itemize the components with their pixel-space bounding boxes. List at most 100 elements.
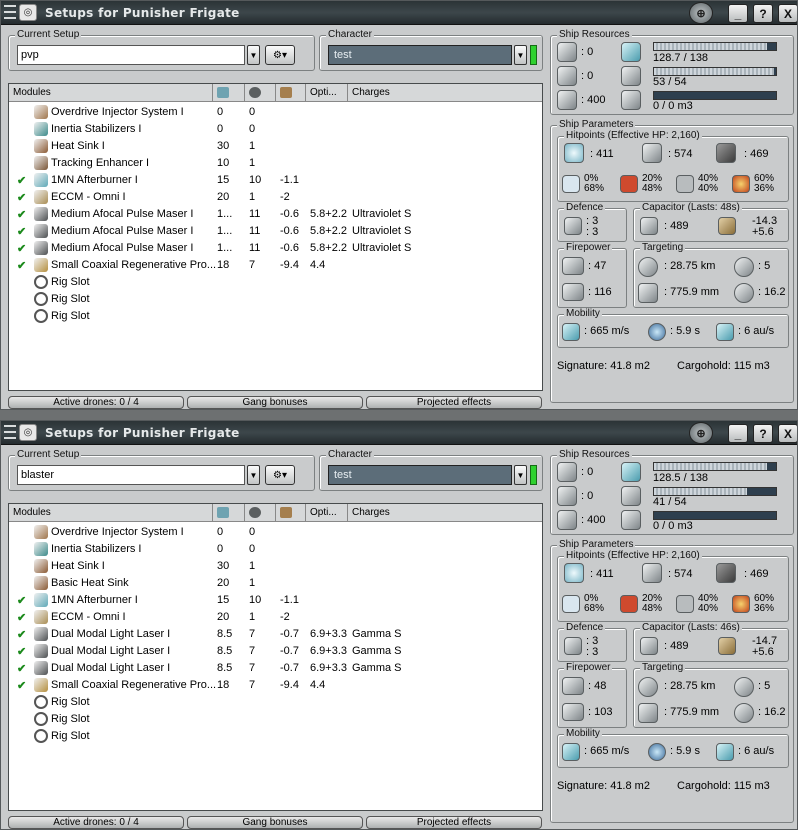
col-capacitor[interactable]: [276, 84, 306, 102]
table-row[interactable]: ✔ Medium Afocal Pulse Maser I 1... 11 -0.6 5.…: [9, 240, 542, 257]
col-modules[interactable]: Modules: [9, 504, 213, 522]
shield-icon: [564, 563, 584, 583]
module-name: Overdrive Injector System I: [51, 526, 184, 538]
targeting-group: Targeting : 28.75 km : 5 : 775.9 mm : 16…: [633, 662, 789, 728]
title-bar[interactable]: ◎ Setups for Punisher Frigate ⊕ _ ? X: [1, 421, 797, 445]
close-button[interactable]: X: [778, 424, 797, 443]
table-row[interactable]: ✔ Dual Modal Light Laser I 8.5 7 -0.7 6.9+3.3…: [9, 626, 542, 643]
help-button[interactable]: ?: [753, 424, 773, 443]
close-button[interactable]: X: [778, 4, 797, 23]
setup-name-input[interactable]: blaster: [17, 465, 245, 485]
modules-table[interactable]: Modules Opti... Charges Overdrive Inject…: [8, 503, 543, 811]
col-charges[interactable]: Charges: [348, 84, 542, 102]
gang-bonuses-tab[interactable]: Gang bonuses: [187, 396, 363, 409]
col-optimal[interactable]: Opti...: [306, 84, 348, 102]
online-check-icon[interactable]: ✔: [17, 174, 26, 187]
module-optimal: 6.9+3.3: [310, 628, 348, 640]
setup-options-button[interactable]: ⚙▾: [265, 45, 295, 65]
projected-effects-tab[interactable]: Projected effects: [366, 816, 542, 829]
col-powergrid[interactable]: [245, 504, 276, 522]
online-check-icon[interactable]: ✔: [17, 611, 26, 624]
table-row[interactable]: Inertia Stabilizers I 0 0: [9, 541, 542, 558]
active-drones-tab[interactable]: Active drones: 0 / 4: [8, 396, 184, 409]
dps-value: : 47: [588, 260, 607, 272]
online-check-icon[interactable]: ✔: [17, 628, 26, 641]
character-select[interactable]: test: [328, 45, 512, 65]
module-name: Heat Sink I: [51, 560, 105, 572]
active-drones-tab[interactable]: Active drones: 0 / 4: [8, 816, 184, 829]
col-powergrid[interactable]: [245, 84, 276, 102]
table-row[interactable]: Rig Slot: [9, 274, 542, 291]
online-check-icon[interactable]: ✔: [17, 679, 26, 692]
table-row[interactable]: ✔ Medium Afocal Pulse Maser I 1... 11 -0.6 5.…: [9, 223, 542, 240]
setup-name-input[interactable]: pvp: [17, 45, 245, 65]
table-row[interactable]: Rig Slot: [9, 291, 542, 308]
gang-bonuses-tab[interactable]: Gang bonuses: [187, 816, 363, 829]
table-row[interactable]: Heat Sink I 30 1: [9, 558, 542, 575]
character-dropdown-button[interactable]: ▼: [514, 465, 527, 485]
max-targets-icon: [734, 677, 754, 697]
module-powergrid: 11: [249, 242, 261, 254]
col-cpu[interactable]: [213, 84, 245, 102]
projected-effects-tab[interactable]: Projected effects: [366, 396, 542, 409]
col-modules[interactable]: Modules: [9, 84, 213, 102]
setup-options-button[interactable]: ⚙▾: [265, 465, 295, 485]
window-app-icon[interactable]: ◎: [19, 424, 37, 441]
table-row[interactable]: Rig Slot: [9, 308, 542, 325]
character-select[interactable]: test: [328, 465, 512, 485]
online-check-icon[interactable]: ✔: [17, 645, 26, 658]
module-cpu: 10: [217, 157, 230, 169]
cpu-value: 128.7 / 138: [653, 52, 709, 64]
cpu-value: 128.5 / 138: [653, 472, 709, 484]
table-row[interactable]: Heat Sink I 30 1: [9, 138, 542, 155]
drone-bay-icon: [621, 510, 641, 530]
character-label: Character: [326, 29, 374, 40]
table-row[interactable]: Rig Slot: [9, 728, 542, 745]
table-row[interactable]: Inertia Stabilizers I 0 0: [9, 121, 542, 138]
table-row[interactable]: Overdrive Injector System I 0 0: [9, 524, 542, 541]
table-row[interactable]: ✔ Dual Modal Light Laser I 8.5 7 -0.7 6.9+3.3…: [9, 660, 542, 677]
table-row[interactable]: ✔ Small Coaxial Regenerative Pro... 18 7 -9.…: [9, 257, 542, 274]
help-button[interactable]: ?: [753, 4, 773, 23]
table-row[interactable]: ✔ Small Coaxial Regenerative Pro... 18 7 -9.…: [9, 677, 542, 694]
afterburner-icon: [34, 173, 48, 187]
module-powergrid: 7: [249, 662, 256, 674]
menu-icon[interactable]: [4, 5, 16, 19]
table-row[interactable]: Rig Slot: [9, 711, 542, 728]
window-app-icon[interactable]: ◎: [19, 4, 37, 21]
col-cpu[interactable]: [213, 504, 245, 522]
table-row[interactable]: Rig Slot: [9, 694, 542, 711]
powergrid-value: 53 / 54: [653, 76, 687, 88]
hitpoints-label: Hitpoints (Effective HP: 2,160): [564, 130, 702, 141]
minimize-button[interactable]: _: [728, 424, 748, 443]
table-row[interactable]: ✔ Dual Modal Light Laser I 8.5 7 -0.7 6.9+3.3…: [9, 643, 542, 660]
online-check-icon[interactable]: ✔: [17, 225, 26, 238]
setup-dropdown-button[interactable]: ▼: [247, 465, 260, 485]
character-dropdown-button[interactable]: ▼: [514, 45, 527, 65]
col-capacitor[interactable]: [276, 504, 306, 522]
table-row[interactable]: ✔ 1MN Afterburner I 15 10 -1.1: [9, 592, 542, 609]
kinetic-resist-icon: [676, 175, 694, 193]
table-row[interactable]: Overdrive Injector System I 0 0: [9, 104, 542, 121]
table-row[interactable]: ✔ Medium Afocal Pulse Maser I 1... 11 -0.6 5.…: [9, 206, 542, 223]
module-powergrid: 0: [249, 543, 256, 555]
table-row[interactable]: Tracking Enhancer I 10 1: [9, 155, 542, 172]
col-optimal[interactable]: Opti...: [306, 504, 348, 522]
setup-dropdown-button[interactable]: ▼: [247, 45, 260, 65]
table-row[interactable]: ✔ ECCM - Omni I 20 1 -2: [9, 189, 542, 206]
online-check-icon[interactable]: ✔: [17, 208, 26, 221]
module-cpu: 1...: [217, 242, 233, 254]
online-check-icon[interactable]: ✔: [17, 662, 26, 675]
minimize-button[interactable]: _: [728, 4, 748, 23]
menu-icon[interactable]: [4, 425, 16, 439]
online-check-icon[interactable]: ✔: [17, 242, 26, 255]
modules-table[interactable]: Modules Opti... Charges Overdrive Inject…: [8, 83, 543, 391]
table-row[interactable]: ✔ ECCM - Omni I 20 1 -2: [9, 609, 542, 626]
table-row[interactable]: ✔ 1MN Afterburner I 15 10 -1.1: [9, 172, 542, 189]
online-check-icon[interactable]: ✔: [17, 594, 26, 607]
table-row[interactable]: Basic Heat Sink 20 1: [9, 575, 542, 592]
col-charges[interactable]: Charges: [348, 504, 542, 522]
title-bar[interactable]: ◎ Setups for Punisher Frigate ⊕ _ ? X: [1, 1, 797, 25]
online-check-icon[interactable]: ✔: [17, 259, 26, 272]
online-check-icon[interactable]: ✔: [17, 191, 26, 204]
